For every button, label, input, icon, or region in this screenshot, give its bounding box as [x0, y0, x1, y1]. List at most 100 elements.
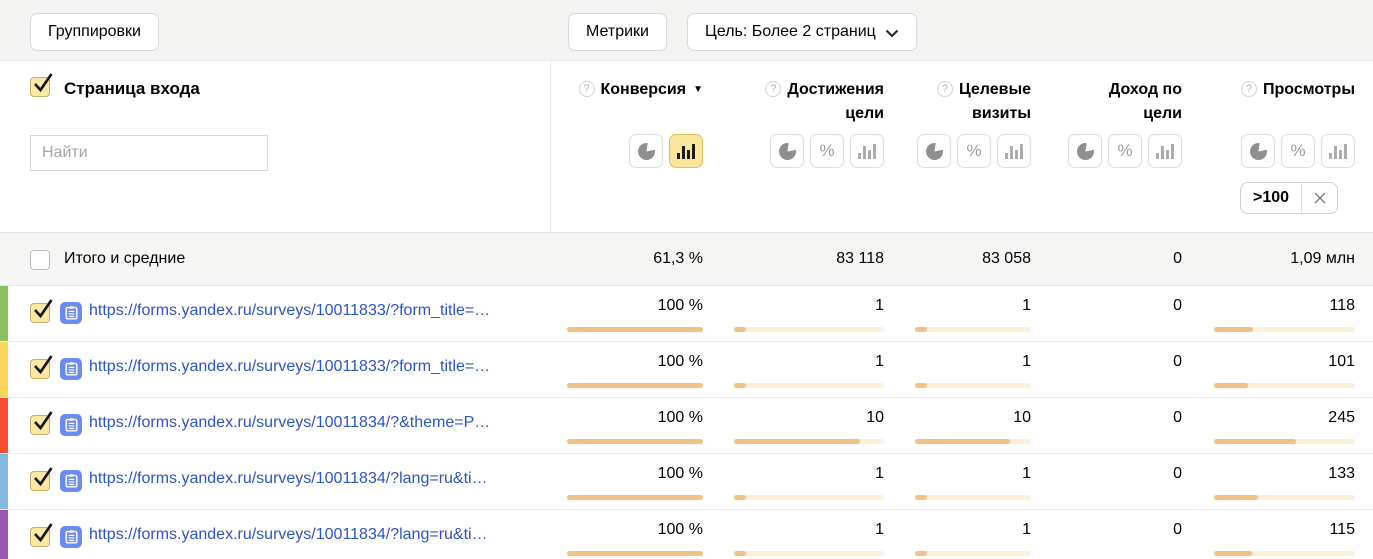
row-color-strip — [0, 398, 8, 453]
pie-icon — [926, 143, 943, 160]
conversion-bar — [567, 327, 703, 332]
pie-chart-toggle[interactable] — [770, 134, 804, 168]
totals-goal-reaches: 83 118 — [714, 233, 884, 285]
page-icon[interactable] — [60, 470, 82, 492]
help-icon[interactable]: ? — [765, 81, 781, 97]
bar-chart-icon — [1329, 143, 1347, 159]
goal-reaches-bar — [734, 551, 884, 556]
cell-goal-revenue: 0 — [1037, 454, 1182, 509]
column-header-goal-reaches[interactable]: ? Достижения цели — [714, 78, 884, 126]
row-color-strip — [0, 454, 8, 509]
row-checkbox[interactable] — [30, 415, 50, 435]
page-icon[interactable] — [60, 414, 82, 436]
clipboard-icon — [65, 530, 78, 544]
percent-toggle[interactable]: % — [810, 134, 844, 168]
column-label: Целевые визиты — [959, 81, 1031, 122]
goal-reaches-bar — [734, 495, 884, 500]
pie-chart-toggle[interactable] — [629, 134, 663, 168]
check-icon — [32, 353, 53, 376]
totals-pageviews: 1,09 млн — [1205, 233, 1355, 285]
help-icon[interactable]: ? — [1241, 81, 1257, 97]
table-row: https://forms.yandex.ru/surveys/10011834… — [0, 398, 1373, 454]
row-color-strip — [0, 286, 8, 341]
column-label: Просмотры — [1263, 81, 1355, 98]
column-header-goal-revenue[interactable]: Доход по цели — [1037, 78, 1182, 126]
bar-chart-toggle[interactable] — [850, 134, 884, 168]
table-rows: https://forms.yandex.ru/surveys/10011833… — [0, 286, 1373, 559]
filter-value[interactable]: >100 — [1241, 183, 1302, 213]
goal-visits-bar — [915, 383, 1031, 388]
table-row: https://forms.yandex.ru/surveys/10011834… — [0, 510, 1373, 559]
page-icon[interactable] — [60, 302, 82, 324]
table-row: https://forms.yandex.ru/surveys/10011834… — [0, 454, 1373, 510]
percent-toggle[interactable]: % — [1281, 134, 1315, 168]
sort-desc-icon: ▼ — [693, 84, 703, 95]
chart-toggles-goal-revenue: % — [1037, 134, 1182, 168]
metrics-button[interactable]: Метрики — [568, 13, 667, 51]
column-header-conversion[interactable]: ?Конверсия▼ — [553, 78, 703, 102]
row-url-link[interactable]: https://forms.yandex.ru/surveys/10011834… — [89, 414, 490, 432]
pageviews-bar — [1214, 551, 1355, 556]
cell-goal-visits: 10 — [886, 398, 1031, 453]
pageviews-bar — [1214, 383, 1355, 388]
row-url-link[interactable]: https://forms.yandex.ru/surveys/10011833… — [89, 302, 490, 320]
cell-goal-reaches: 1 — [714, 454, 884, 509]
bar-chart-icon — [1005, 143, 1023, 159]
percent-icon: % — [1290, 141, 1305, 161]
goal-reaches-bar — [734, 327, 884, 332]
cell-goal-visits: 1 — [886, 342, 1031, 397]
chart-toggles-goal-reaches: % — [714, 134, 884, 168]
page-icon[interactable] — [60, 526, 82, 548]
goal-visits-bar — [915, 495, 1031, 500]
metrika-report: Группировки Метрики Цель: Более 2 страни… — [0, 0, 1373, 559]
row-checkbox[interactable] — [30, 359, 50, 379]
bar-chart-toggle[interactable] — [1321, 134, 1355, 168]
column-header-goal-visits[interactable]: ? Целевые визиты — [886, 78, 1031, 126]
pie-chart-toggle[interactable] — [1241, 134, 1275, 168]
pageviews-bar — [1214, 439, 1355, 444]
pie-chart-toggle[interactable] — [917, 134, 951, 168]
conversion-bar — [567, 383, 703, 388]
percent-toggle[interactable]: % — [957, 134, 991, 168]
dimension-checkbox[interactable] — [30, 77, 50, 97]
dimension-title: Страница входа — [64, 79, 200, 99]
row-url-link[interactable]: https://forms.yandex.ru/surveys/10011834… — [89, 526, 488, 544]
groupings-button[interactable]: Группировки — [30, 13, 159, 51]
page-icon[interactable] — [60, 358, 82, 380]
row-checkbox[interactable] — [30, 527, 50, 547]
percent-toggle[interactable]: % — [1108, 134, 1142, 168]
row-url-link[interactable]: https://forms.yandex.ru/surveys/10011833… — [89, 358, 490, 376]
row-checkbox[interactable] — [30, 303, 50, 323]
row-color-strip — [0, 510, 8, 559]
totals-label: Итого и средние — [64, 233, 185, 285]
goal-select-button[interactable]: Цель: Более 2 страниц — [687, 13, 917, 51]
column-header-pageviews[interactable]: ? Просмотры — [1205, 78, 1355, 102]
help-icon[interactable]: ? — [579, 81, 595, 97]
row-url-link[interactable]: https://forms.yandex.ru/surveys/10011834… — [89, 470, 488, 488]
totals-goal-revenue: 0 — [1037, 233, 1182, 285]
cell-pageviews: 115 — [1205, 510, 1355, 559]
percent-icon: % — [966, 141, 981, 161]
chart-toggles-conversion — [553, 134, 703, 168]
bar-chart-icon — [858, 143, 876, 159]
search-input[interactable] — [30, 135, 268, 171]
help-icon[interactable]: ? — [937, 81, 953, 97]
bar-chart-toggle[interactable] — [1148, 134, 1182, 168]
cell-goal-revenue: 0 — [1037, 286, 1182, 341]
cell-pageviews: 133 — [1205, 454, 1355, 509]
cell-conversion: 100 % — [553, 286, 703, 341]
percent-icon: % — [819, 141, 834, 161]
pie-chart-toggle[interactable] — [1068, 134, 1102, 168]
goal-select-label: Цель: Более 2 страниц — [705, 23, 876, 41]
filter-clear-button[interactable] — [1302, 183, 1337, 213]
chart-toggles-goal-visits: % — [886, 134, 1031, 168]
select-all-checkbox[interactable] — [30, 250, 50, 270]
bar-chart-toggle[interactable] — [669, 134, 703, 168]
bar-chart-toggle[interactable] — [997, 134, 1031, 168]
column-label: Достижения цели — [787, 81, 884, 122]
row-checkbox[interactable] — [30, 471, 50, 491]
chevron-down-icon — [885, 29, 899, 38]
totals-conversion: 61,3 % — [553, 233, 703, 285]
column-label: Доход по цели — [1109, 81, 1182, 122]
conversion-bar — [567, 439, 703, 444]
